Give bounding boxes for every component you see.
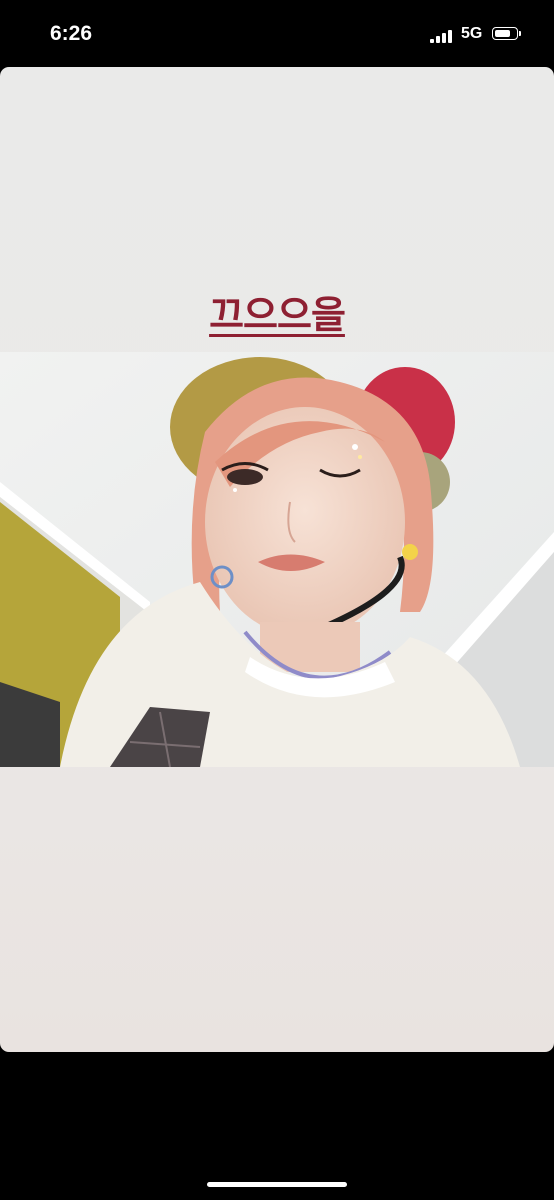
battery-icon bbox=[492, 27, 522, 42]
home-indicator[interactable] bbox=[207, 1182, 347, 1187]
status-bar: 6:26 5G bbox=[0, 0, 554, 66]
story-card[interactable]: 끄으으을 bbox=[0, 67, 554, 1052]
story-photo bbox=[0, 352, 554, 767]
clock-time: 6:26 bbox=[50, 22, 93, 45]
story-caption: 끄으으을 bbox=[209, 293, 346, 337]
signal-strength-icon bbox=[430, 30, 454, 43]
network-type: 5G bbox=[461, 25, 483, 42]
